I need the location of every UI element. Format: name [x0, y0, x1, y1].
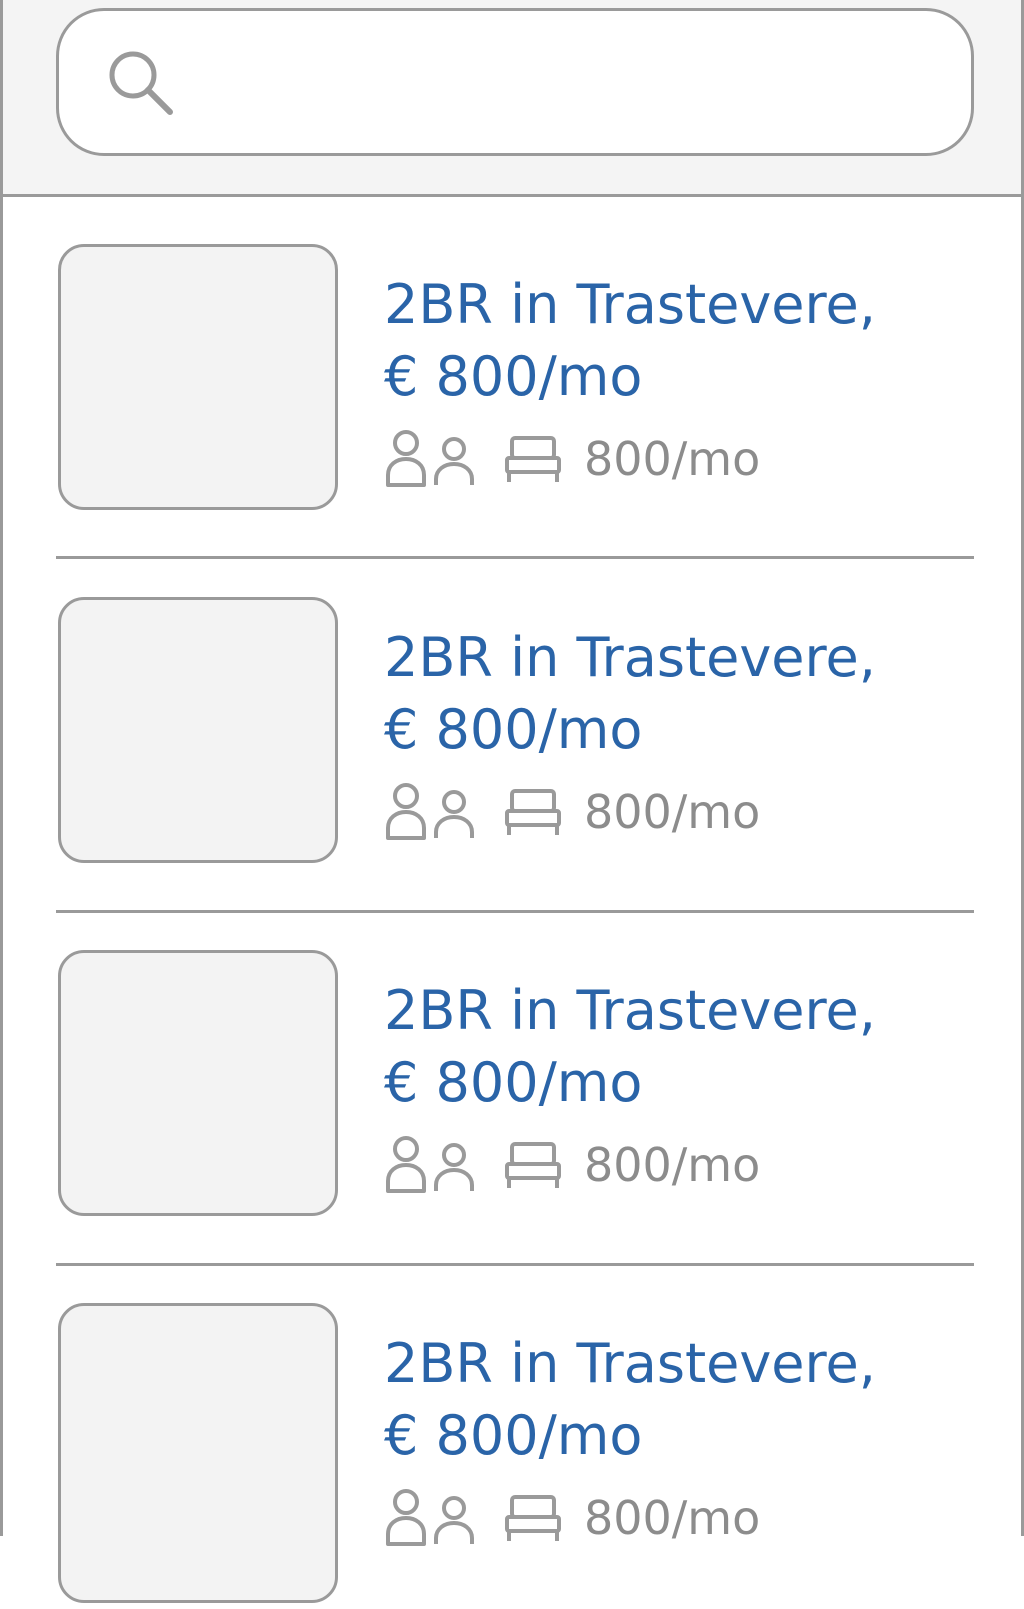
listing-price: 800/mo [584, 785, 761, 839]
listing-thumbnail[interactable] [58, 597, 338, 863]
listing-title-line2: € 800/mo [384, 1404, 643, 1467]
listing-meta: 800/mo [384, 1135, 760, 1195]
listing-item[interactable]: 2BR in Trastevere, € 800/mo 800/mo [3, 550, 1021, 903]
listing-title[interactable]: 2BR in Trastevere, € 800/mo [384, 1328, 944, 1472]
listing-title-line1: 2BR in Trastevere, [384, 273, 876, 336]
listing-title[interactable]: 2BR in Trastevere, € 800/mo [384, 622, 944, 766]
people-icon [386, 430, 474, 487]
people-icon [386, 1489, 474, 1546]
search-input[interactable] [199, 41, 943, 123]
people-icon [386, 783, 474, 840]
listing-price: 800/mo [584, 432, 761, 486]
listing-meta: 800/mo [384, 782, 760, 842]
search-bar[interactable] [56, 8, 974, 156]
people-icon [386, 1136, 474, 1193]
listing-title-line1: 2BR in Trastevere, [384, 979, 876, 1042]
listing-title-line1: 2BR in Trastevere, [384, 626, 876, 689]
listing-thumbnail[interactable] [58, 1303, 338, 1603]
listing-item[interactable]: 2BR in Trastevere, € 800/mo 800/mo [3, 1256, 1021, 1609]
search-header [0, 0, 1024, 197]
listing-item[interactable]: 2BR in Trastevere, € 800/mo 800/mo [3, 197, 1021, 550]
listing-title-line2: € 800/mo [384, 698, 643, 761]
search-icon[interactable] [107, 49, 175, 117]
listing-price: 800/mo [584, 1138, 761, 1192]
bed-icon [505, 789, 561, 835]
listing-title[interactable]: 2BR in Trastevere, € 800/mo [384, 975, 944, 1119]
bed-icon [505, 436, 561, 482]
listing-meta: 800/mo [384, 429, 760, 489]
listing-price: 800/mo [584, 1491, 761, 1545]
listing-thumbnail[interactable] [58, 244, 338, 510]
listing-item[interactable]: 2BR in Trastevere, € 800/mo 800/mo [3, 903, 1021, 1256]
listing-title-line2: € 800/mo [384, 345, 643, 408]
listing-thumbnail[interactable] [58, 950, 338, 1216]
bed-icon [505, 1142, 561, 1188]
listing-title-line2: € 800/mo [384, 1051, 643, 1114]
listing-title-line1: 2BR in Trastevere, [384, 1332, 876, 1395]
listing-list: 2BR in Trastevere, € 800/mo 800/mo 2BR i… [0, 197, 1024, 1603]
listing-meta: 800/mo [384, 1488, 760, 1548]
listing-title[interactable]: 2BR in Trastevere, € 800/mo [384, 269, 944, 413]
